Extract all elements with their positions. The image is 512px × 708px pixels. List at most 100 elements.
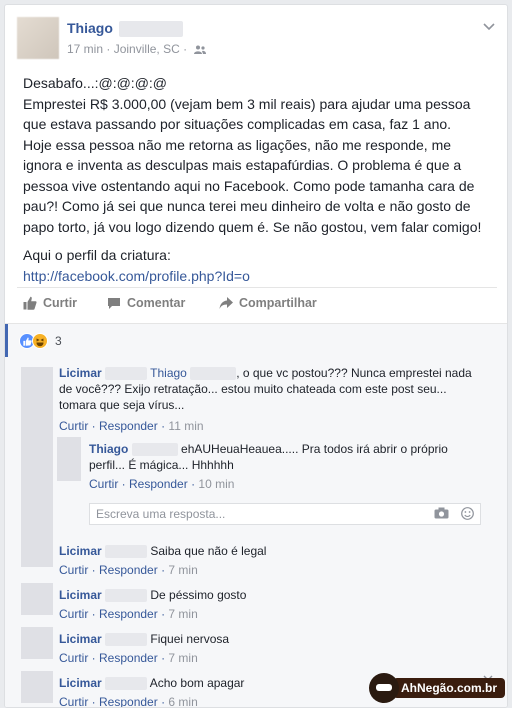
- site-watermark: AhNegão.com.br: [368, 673, 505, 703]
- share-label: Compartilhar: [239, 296, 317, 310]
- emoji-icon[interactable]: [461, 507, 474, 520]
- comment-time[interactable]: 7 min: [168, 563, 197, 577]
- post-meta: 17 min · Joinville, SC ·: [67, 42, 207, 56]
- post-author-name[interactable]: Thiago: [67, 20, 113, 36]
- share-arrow-icon: [219, 297, 233, 309]
- comment-like-link[interactable]: Curtir: [59, 651, 88, 665]
- post-line: papo torto, já vou logo dizendo quem é. …: [23, 218, 482, 235]
- post-line: que estava passando por situações compli…: [23, 116, 452, 132]
- reply-input[interactable]: Escreva uma resposta...: [89, 503, 481, 525]
- comment-time[interactable]: 7 min: [168, 651, 197, 665]
- post-line: pessoa vive ostentando aqui no Facebook.…: [23, 177, 475, 194]
- comment-reply-link[interactable]: Responder: [99, 563, 158, 577]
- commenter-name[interactable]: Licimar: [59, 588, 102, 602]
- watermark-text: AhNegão.com.br: [392, 678, 505, 698]
- post-line: Emprestei R$ 3.000,00 (vejam bem 3 mil r…: [23, 95, 471, 112]
- post-location[interactable]: Joinville, SC: [114, 42, 180, 56]
- commenter-avatar[interactable]: [21, 671, 53, 703]
- comment-label: Comentar: [127, 296, 186, 310]
- comment-text: Fiquei nervosa: [150, 632, 230, 646]
- redacted-surname: [190, 367, 237, 381]
- redacted-surname: [131, 443, 178, 457]
- mention-link[interactable]: Thiago: [150, 366, 187, 380]
- post-card: Thiago 17 min · Joinville, SC · Desabafo…: [4, 4, 508, 708]
- comment-reply-link[interactable]: Responder: [99, 419, 158, 433]
- comment-body: Licimar Acho bom apagar: [59, 675, 244, 691]
- reply-actions: Curtir · Responder · 10 min: [89, 477, 235, 491]
- replier-avatar[interactable]: [57, 437, 81, 481]
- comment-actions: Curtir · Responder · 11 min: [59, 419, 204, 433]
- comment-like-link[interactable]: Curtir: [59, 607, 88, 621]
- chevron-down-icon[interactable]: [483, 21, 495, 31]
- comment-icon: [108, 298, 120, 309]
- like-button[interactable]: Curtir: [23, 296, 77, 310]
- commenter-avatar[interactable]: [21, 627, 53, 659]
- comment-like-link[interactable]: Curtir: [59, 695, 88, 707]
- haha-reaction-icon: [32, 333, 48, 349]
- post-author[interactable]: Thiago: [67, 20, 183, 38]
- mascot-logo: [368, 673, 399, 703]
- reply-text: perfil... É mágica... Hhhhhh: [89, 458, 234, 472]
- comment-actions: Curtir · Responder · 7 min: [59, 607, 198, 621]
- reply-text: ehAUHeuaHeauea..... Pra todos irá abrir …: [181, 442, 448, 456]
- camera-icon[interactable]: [434, 507, 449, 519]
- reply-placeholder: Escreva uma resposta...: [96, 507, 226, 521]
- comment-reply-link[interactable]: Responder: [99, 607, 158, 621]
- post-line: Desabafo...:@:@:@:@: [23, 75, 168, 91]
- commenter-name[interactable]: Licimar: [59, 632, 102, 646]
- comment-actions: Curtir · Responder · 6 min: [59, 695, 198, 708]
- meta-separator: ·: [106, 42, 111, 56]
- post-actions: Curtir Comentar Compartilhar: [17, 287, 497, 317]
- commenter-avatar[interactable]: [21, 367, 53, 567]
- thumbs-up-icon: [23, 296, 37, 310]
- comment-reply-link[interactable]: Responder: [99, 651, 158, 665]
- reaction-count[interactable]: 3: [55, 334, 62, 348]
- reply-body: Thiago ehAUHeuaHeauea..... Pra todos irá…: [89, 441, 489, 473]
- share-button[interactable]: Compartilhar: [219, 296, 317, 310]
- author-avatar[interactable]: [17, 17, 59, 59]
- post-line: pau?! Como já sei que nunca terei meu di…: [23, 198, 471, 214]
- commenter-name[interactable]: Licimar: [59, 676, 102, 690]
- comment-body: Licimar Saiba que não é legal: [59, 543, 266, 559]
- redacted-surname: [105, 589, 148, 603]
- reply-time[interactable]: 10 min: [198, 477, 234, 491]
- commenter-avatar[interactable]: [21, 583, 53, 615]
- redacted-surname: [105, 633, 148, 647]
- redacted-surname: [105, 367, 148, 381]
- comment-text: tomara que seja vírus...: [59, 398, 185, 412]
- redacted-surname: [105, 545, 148, 559]
- comment-button[interactable]: Comentar: [107, 296, 185, 310]
- comment-like-link[interactable]: Curtir: [59, 419, 88, 433]
- reaction-icons[interactable]: [19, 333, 48, 349]
- comment-reply-link[interactable]: Responder: [99, 695, 158, 707]
- comment-time[interactable]: 6 min: [168, 695, 197, 707]
- comments-section: Licimar Thiago , o que vc postou??? Nunc…: [5, 357, 507, 708]
- post-line: Hoje essa pessoa não me retorna as ligaç…: [23, 136, 452, 153]
- comment-time[interactable]: 11 min: [168, 419, 203, 433]
- comment-text: De péssimo gosto: [150, 588, 247, 602]
- replier-name[interactable]: Thiago: [89, 442, 128, 456]
- audience-friends-icon[interactable]: [194, 45, 207, 55]
- profile-label: Aqui o perfil da criatura:: [23, 247, 171, 263]
- meta-separator-2: ·: [183, 42, 188, 56]
- post-time[interactable]: 17 min: [67, 42, 103, 56]
- redacted-surname: [118, 21, 183, 38]
- comment-body: Licimar De péssimo gosto: [59, 587, 246, 603]
- comment-actions: Curtir · Responder · 7 min: [59, 651, 198, 665]
- comment-time[interactable]: 7 min: [168, 607, 197, 621]
- post-header: Thiago 17 min · Joinville, SC ·: [17, 17, 497, 63]
- comment-body: Licimar Fiquei nervosa: [59, 631, 229, 647]
- commenter-name[interactable]: Licimar: [59, 366, 102, 380]
- comment-text: Saiba que não é legal: [150, 544, 267, 558]
- comment-like-link[interactable]: Curtir: [59, 563, 88, 577]
- accent-stripe: [5, 324, 8, 358]
- post-line: ignora e inventa as desculpas mais estap…: [23, 157, 462, 173]
- reply-reply-link[interactable]: Responder: [129, 477, 188, 491]
- like-label: Curtir: [43, 296, 78, 310]
- reactions-bar: 3: [5, 323, 507, 358]
- comment-text: de você??? Exijo retratação... estou mui…: [59, 382, 447, 396]
- comment-body: Licimar Thiago , o que vc postou??? Nunc…: [59, 365, 489, 413]
- commenter-name[interactable]: Licimar: [59, 544, 102, 558]
- profile-link[interactable]: http://facebook.com/profile.php?Id=o: [23, 266, 503, 287]
- reply-like-link[interactable]: Curtir: [89, 477, 118, 491]
